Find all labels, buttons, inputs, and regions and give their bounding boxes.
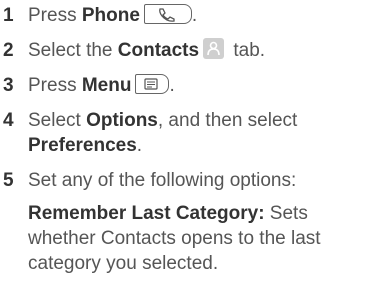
step-number: 3 (3, 75, 14, 96)
step-number: 4 (3, 110, 14, 131)
step-1: 1 Press Phone. (3, 3, 369, 28)
step-text-bold: Options (86, 110, 158, 131)
step-text-pre: Press (28, 5, 82, 26)
step-number: 1 (3, 5, 14, 26)
instruction-steps: 1 Press Phone. 2 Select the Contacts tab… (3, 3, 369, 286)
contacts-tab-icon (203, 38, 225, 59)
step-text: Select Options, and then select Preferen… (28, 110, 297, 156)
step-text-mid: , and then select (157, 110, 298, 131)
step-text-bold: Phone (81, 5, 140, 26)
step-text-bold: Contacts (117, 40, 200, 61)
step-5: 5 Set any of the following options: Reme… (3, 168, 369, 276)
step-text: Press Menu. (28, 74, 175, 96)
step-number: 5 (3, 170, 14, 191)
step-text-bold: Menu (81, 75, 132, 96)
step-text: Select the Contacts tab. (28, 38, 266, 61)
step-text-pre: Select (28, 110, 87, 131)
step-text: Press Phone. (28, 4, 198, 26)
step-text-post: . (169, 75, 175, 96)
step-text-pre: Press (28, 75, 82, 96)
step-text-pre: Select the (28, 40, 118, 61)
step-4: 4 Select Options, and then select Prefer… (3, 108, 369, 158)
step-3: 3 Press Menu. (3, 73, 369, 98)
step-2: 2 Select the Contacts tab. (3, 38, 369, 63)
menu-key-icon (135, 74, 170, 94)
step-text: Set any of the following options: (28, 170, 297, 191)
step-text-post: . (136, 135, 143, 156)
step-text-post: tab. (228, 40, 266, 61)
step-number: 2 (3, 40, 14, 61)
phone-key-icon (143, 4, 192, 24)
option-name: Remember Last Category: (28, 203, 265, 224)
step-text-post: . (191, 5, 198, 26)
option-description: Remember Last Category: Sets whether Con… (28, 201, 369, 276)
step-text-bold-2: Preferences (28, 135, 137, 156)
